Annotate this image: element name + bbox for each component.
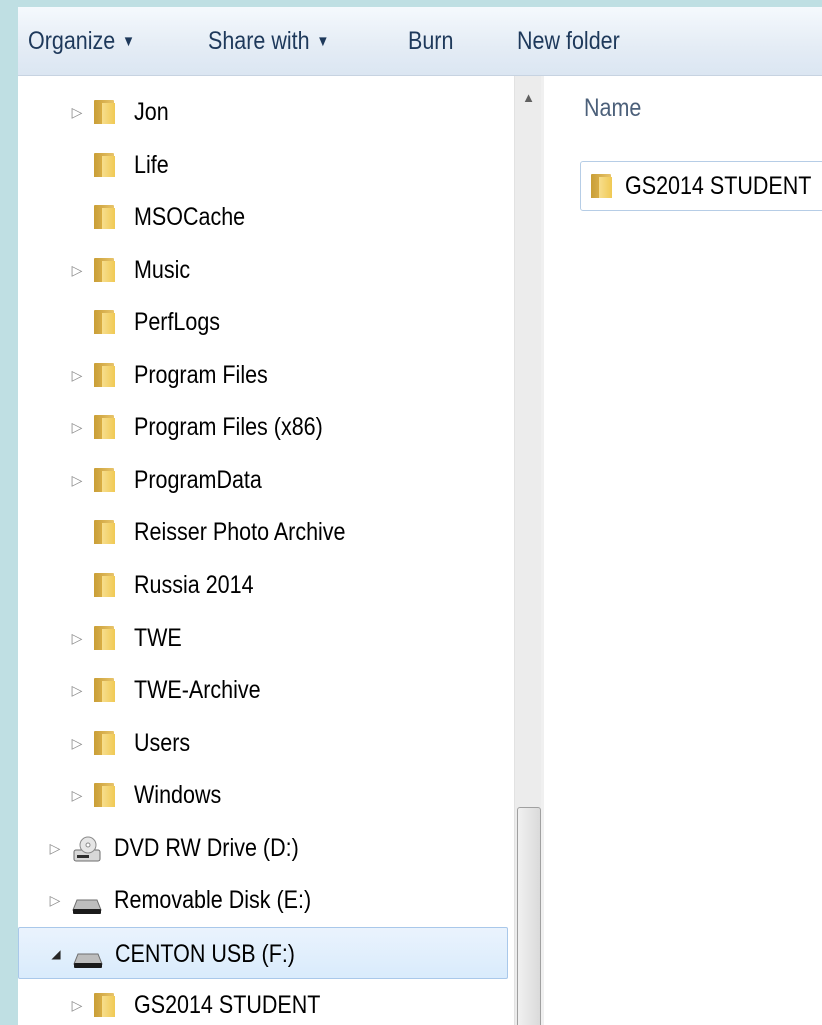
nav-item-reisser-photo-archive[interactable]: Reisser Photo Archive	[18, 506, 508, 558]
nav-item-label: Program Files (x86)	[134, 413, 323, 441]
explorer-window: Organize ▼ Share with ▼ Burn New folder ▷ …	[18, 7, 822, 1025]
nav-item-label: MSOCache	[134, 203, 246, 231]
nav-item-label: Reisser Photo Archive	[134, 518, 346, 546]
scroll-up-arrow-icon[interactable]: ▲	[515, 88, 542, 108]
nav-item-dvd-drive[interactable]: ▷ DVD RW Drive (D:)	[18, 822, 508, 874]
dvd-drive-icon	[72, 836, 102, 862]
expand-arrow-icon[interactable]: ▷	[70, 401, 84, 453]
nav-item-life[interactable]: Life	[18, 139, 508, 191]
new-folder-button[interactable]: New folder	[517, 23, 620, 59]
nav-scrollbar[interactable]: ▲	[514, 76, 542, 1025]
nav-item-program-files-x86[interactable]: ▷ Program Files (x86)	[18, 401, 508, 453]
expand-arrow-icon[interactable]: ▷	[70, 979, 84, 1025]
expand-arrow-icon[interactable]: ▷	[70, 454, 84, 506]
folder-icon	[94, 310, 115, 334]
folder-icon	[94, 415, 115, 439]
nav-item-label: Russia 2014	[134, 571, 254, 599]
folder-icon	[94, 678, 115, 702]
expand-arrow-icon[interactable]: ▷	[70, 717, 84, 769]
usb-drive-icon	[73, 942, 103, 968]
burn-button[interactable]: Burn	[408, 23, 453, 59]
folder-icon	[94, 993, 115, 1017]
collapse-arrow-icon[interactable]: ◢	[49, 928, 63, 980]
nav-item-label: TWE	[134, 624, 182, 652]
expand-arrow-icon[interactable]: ▷	[70, 244, 84, 296]
file-item-gs2014-student[interactable]: GS2014 STUDENT	[580, 161, 822, 211]
nav-item-label: ProgramData	[134, 466, 262, 494]
folder-icon	[94, 153, 115, 177]
name-column-header[interactable]: Name	[584, 94, 641, 123]
folder-icon	[591, 174, 612, 198]
navigation-pane: ▷ Jon Life MSOCache ▷ Music PerfLogs ▷ P…	[18, 76, 541, 1025]
nav-item-label: CENTON USB (F:)	[115, 940, 295, 968]
share-with-label: Share with	[208, 27, 310, 55]
nav-item-label: Program Files	[134, 361, 268, 389]
folder-icon	[94, 258, 115, 282]
nav-item-label: Music	[134, 256, 191, 284]
file-item-label: GS2014 STUDENT	[625, 172, 812, 200]
nav-item-programdata[interactable]: ▷ ProgramData	[18, 454, 508, 506]
nav-item-gs2014-student[interactable]: ▷ GS2014 STUDENT	[18, 979, 508, 1025]
chevron-down-icon: ▼	[316, 33, 330, 51]
nav-item-label: Windows	[134, 781, 222, 809]
folder-icon	[94, 520, 115, 544]
new-folder-label: New folder	[517, 27, 620, 55]
folder-icon	[94, 783, 115, 807]
folder-icon	[94, 468, 115, 492]
scroll-thumb[interactable]	[517, 807, 541, 1025]
folder-icon	[94, 573, 115, 597]
nav-item-music[interactable]: ▷ Music	[18, 244, 508, 296]
nav-item-label: DVD RW Drive (D:)	[114, 834, 299, 862]
chevron-down-icon: ▼	[122, 33, 135, 51]
nav-item-twe[interactable]: ▷ TWE	[18, 612, 508, 664]
nav-item-label: Removable Disk (E:)	[114, 886, 312, 914]
organize-button[interactable]: Organize ▼	[28, 23, 135, 59]
nav-item-label: Jon	[134, 98, 169, 126]
folder-icon	[94, 731, 115, 755]
nav-item-label: TWE-Archive	[134, 676, 261, 704]
expand-arrow-icon[interactable]: ▷	[48, 874, 62, 926]
command-bar: Organize ▼ Share with ▼ Burn New folder	[18, 7, 822, 76]
expand-arrow-icon[interactable]: ▷	[70, 612, 84, 664]
folder-icon	[94, 626, 115, 650]
nav-item-label: GS2014 STUDENT	[134, 991, 321, 1019]
folder-icon	[94, 363, 115, 387]
expand-arrow-icon[interactable]: ▷	[48, 822, 62, 874]
burn-label: Burn	[408, 27, 454, 55]
expand-arrow-icon[interactable]: ▷	[70, 86, 84, 138]
expand-arrow-icon[interactable]: ▷	[70, 349, 84, 401]
nav-item-msocache[interactable]: MSOCache	[18, 191, 508, 243]
folder-icon	[94, 205, 115, 229]
nav-item-label: Life	[134, 151, 169, 179]
removable-disk-icon	[72, 888, 102, 914]
share-with-button[interactable]: Share with ▼	[208, 23, 329, 59]
nav-item-program-files[interactable]: ▷ Program Files	[18, 349, 508, 401]
file-list-pane: Name GS2014 STUDENT	[544, 76, 822, 1025]
nav-item-label: Users	[134, 729, 191, 757]
folder-icon	[94, 100, 115, 124]
nav-item-perflogs[interactable]: PerfLogs	[18, 296, 508, 348]
organize-label: Organize	[28, 27, 116, 55]
nav-item-russia-2014[interactable]: Russia 2014	[18, 559, 508, 611]
nav-item-removable-disk[interactable]: ▷ Removable Disk (E:)	[18, 874, 508, 926]
nav-item-label: PerfLogs	[134, 308, 221, 336]
nav-item-jon[interactable]: ▷ Jon	[18, 86, 508, 138]
nav-item-centon-usb[interactable]: ◢ CENTON USB (F:)	[18, 927, 508, 979]
nav-item-twe-archive[interactable]: ▷ TWE-Archive	[18, 664, 508, 716]
expand-arrow-icon[interactable]: ▷	[70, 769, 84, 821]
nav-item-users[interactable]: ▷ Users	[18, 717, 508, 769]
nav-item-windows[interactable]: ▷ Windows	[18, 769, 508, 821]
expand-arrow-icon[interactable]: ▷	[70, 664, 84, 716]
